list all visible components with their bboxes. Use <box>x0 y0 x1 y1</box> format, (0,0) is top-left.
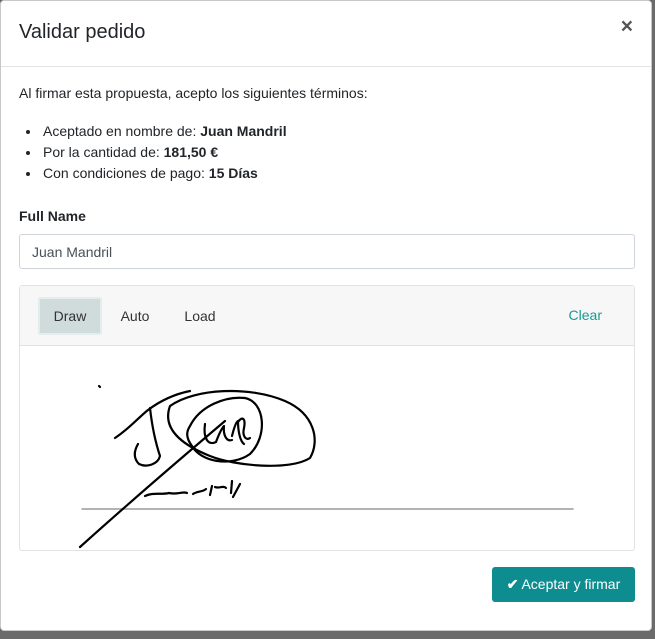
clear-signature-link[interactable]: Clear <box>569 307 602 323</box>
term-accepted-on-behalf: Aceptado en nombre de: Juan Mandril <box>41 121 287 142</box>
close-button[interactable]: × <box>621 15 633 39</box>
term-label: Aceptado en nombre de: <box>43 123 201 139</box>
term-label: Con condiciones de pago: <box>43 165 209 181</box>
validate-order-modal: Validar pedido × Al firmar esta propuest… <box>0 0 652 631</box>
signature-canvas[interactable] <box>20 346 634 550</box>
tab-load[interactable]: Load <box>172 297 228 335</box>
term-value: 181,50 € <box>163 144 219 160</box>
full-name-label: Full Name <box>19 208 86 224</box>
terms-list: Aceptado en nombre de: Juan Mandril Por … <box>41 121 287 184</box>
signature-stroke-diagonal <box>78 419 227 549</box>
terms-intro: Al firmar esta propuesta, acepto los sig… <box>19 85 368 101</box>
signature-toolbar: Draw Auto Load Clear <box>20 286 634 346</box>
term-amount: Por la cantidad de: 181,50 € <box>41 142 287 163</box>
tab-auto[interactable]: Auto <box>110 297 160 335</box>
full-name-input[interactable] <box>19 234 635 269</box>
term-label: Por la cantidad de: <box>43 144 164 160</box>
check-icon: ✔ <box>506 576 519 592</box>
modal-header: Validar pedido × <box>1 1 651 67</box>
signature-stroke-mandril <box>143 479 242 499</box>
signature-stroke-j <box>113 389 192 467</box>
signature-stroke-dot <box>97 384 102 389</box>
accept-and-sign-button[interactable]: ✔ Aceptar y firmar <box>492 567 635 602</box>
page-backdrop-bottom <box>0 631 655 639</box>
term-payment-conditions: Con condiciones de pago: 15 Días <box>41 163 287 184</box>
signature-panel: Draw Auto Load Clear <box>19 285 635 551</box>
accept-button-label: Aceptar y firmar <box>521 576 621 592</box>
tab-draw[interactable]: Draw <box>38 297 102 335</box>
term-value: Juan Mandril <box>200 123 287 139</box>
signature-stroke-loop-large <box>167 389 316 467</box>
modal-title: Validar pedido <box>19 21 146 43</box>
term-value: 15 Días <box>208 165 258 181</box>
